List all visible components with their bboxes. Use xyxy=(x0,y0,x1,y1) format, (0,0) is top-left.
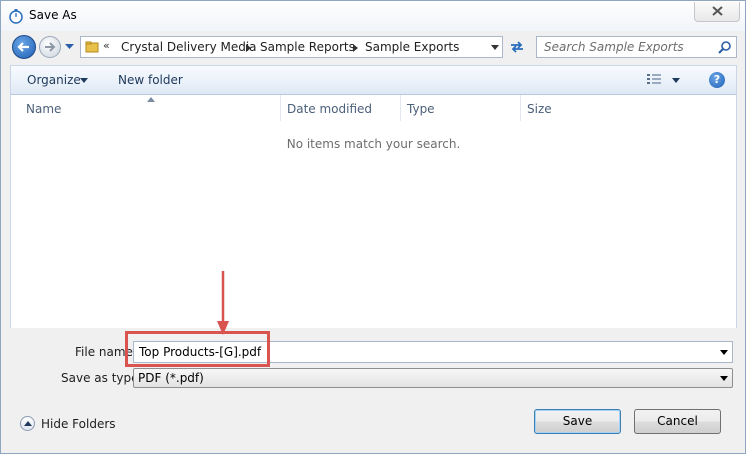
column-label: Type xyxy=(407,102,435,116)
search-icon[interactable] xyxy=(718,40,732,54)
chevron-down-icon[interactable] xyxy=(720,350,728,355)
search-input[interactable]: Search Sample Exports xyxy=(536,36,737,58)
column-header-date-modified[interactable]: Date modified xyxy=(281,95,401,121)
hide-folders-label: Hide Folders xyxy=(41,417,116,431)
breadcrumb-crystal-delivery-media[interactable]: Crystal Delivery Media xyxy=(121,40,257,54)
column-label: Size xyxy=(527,102,552,116)
organize-chevron-icon[interactable] xyxy=(80,78,88,83)
refresh-icon[interactable] xyxy=(507,37,527,57)
view-options-chevron-icon[interactable] xyxy=(672,78,680,83)
annotation-arrow xyxy=(217,271,229,335)
cancel-button[interactable]: Cancel xyxy=(634,409,721,434)
app-icon xyxy=(9,9,23,24)
breadcrumb-sample-reports[interactable]: Sample Reports xyxy=(260,40,355,54)
view-details-icon[interactable] xyxy=(646,73,662,87)
close-button[interactable] xyxy=(694,2,740,22)
close-icon xyxy=(712,6,723,16)
breadcrumb-sample-exports[interactable]: Sample Exports xyxy=(365,40,459,54)
navigation-bar: « Crystal Delivery Media Sample Reports … xyxy=(1,31,745,63)
column-header-name[interactable]: Name xyxy=(11,95,281,121)
search-placeholder: Search Sample Exports xyxy=(544,40,684,54)
column-label: Name xyxy=(26,102,62,116)
forward-button[interactable] xyxy=(39,36,61,58)
breadcrumb-separator[interactable] xyxy=(246,44,251,52)
sort-ascending-icon xyxy=(147,97,155,102)
column-header-type[interactable]: Type xyxy=(401,95,521,121)
save-as-type-label: Save as type: xyxy=(61,371,143,385)
recent-pages-dropdown[interactable] xyxy=(65,44,74,50)
breadcrumb-separator[interactable] xyxy=(353,44,358,52)
collapse-up-icon xyxy=(20,416,35,431)
save-as-dialog: Save As « Crystal Delivery Media Sample … xyxy=(0,0,746,454)
chevron-down-icon[interactable] xyxy=(720,376,728,381)
forward-arrow-icon xyxy=(45,42,56,52)
save-as-type-value: PDF (*.pdf) xyxy=(138,371,204,385)
save-as-type-select[interactable]: PDF (*.pdf) xyxy=(133,368,733,388)
command-toolbar: Organize New folder ? xyxy=(10,65,737,95)
back-arrow-icon xyxy=(17,42,29,52)
new-folder-button[interactable]: New folder xyxy=(118,73,183,87)
column-header-size[interactable]: Size xyxy=(521,95,738,121)
chevron-down-icon[interactable] xyxy=(491,45,499,50)
address-bar[interactable]: « Crystal Delivery Media Sample Reports … xyxy=(80,36,503,58)
folder-icon xyxy=(85,41,99,53)
column-label: Date modified xyxy=(287,102,373,116)
empty-list-message: No items match your search. xyxy=(286,137,461,151)
title-bar: Save As xyxy=(1,1,745,31)
file-list[interactable]: Name Date modified Type Size No items ma… xyxy=(10,95,737,328)
save-button[interactable]: Save xyxy=(534,409,621,434)
help-icon[interactable]: ? xyxy=(709,72,725,88)
window-title: Save As xyxy=(29,8,77,22)
address-overflow-chevron[interactable]: « xyxy=(103,39,110,52)
back-button[interactable] xyxy=(12,35,36,59)
organize-button[interactable]: Organize xyxy=(27,73,81,87)
annotation-highlight-box xyxy=(125,331,270,367)
